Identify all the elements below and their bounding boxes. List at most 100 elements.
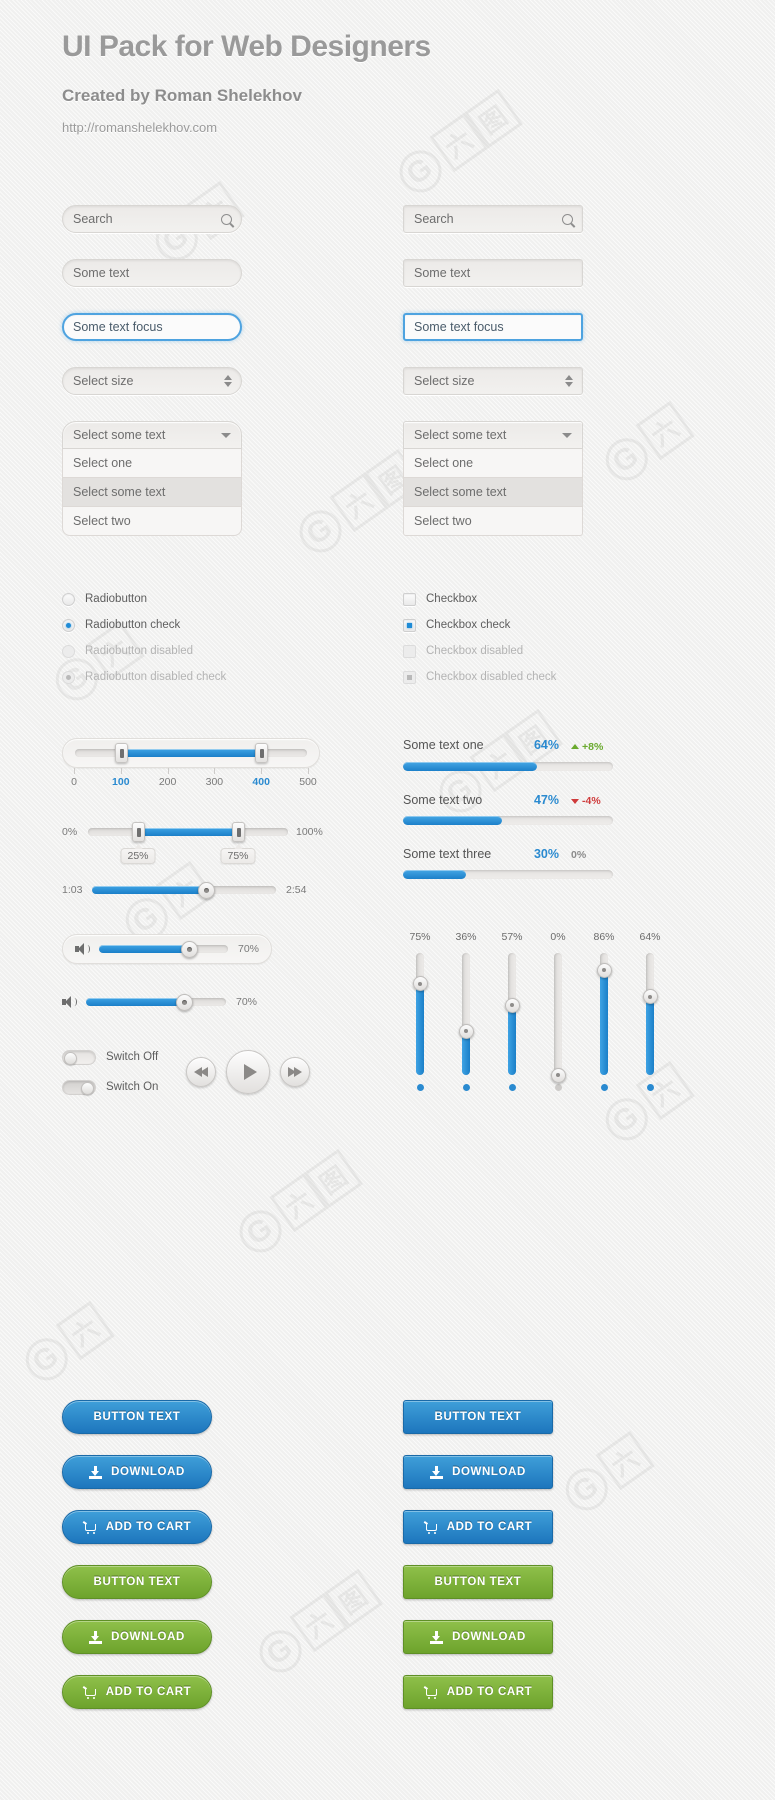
vertical-slider[interactable]: 75% bbox=[409, 931, 431, 1091]
dropdown-header[interactable]: Select some text bbox=[62, 421, 242, 449]
text-input-focus-rounded[interactable]: Some text focus bbox=[62, 313, 242, 341]
spinner-arrows-icon[interactable] bbox=[565, 368, 573, 394]
range-slider-track[interactable] bbox=[75, 743, 307, 763]
radio-label: Radiobutton disabled check bbox=[85, 671, 227, 683]
button-text-green-rounded[interactable]: BUTTON TEXT bbox=[62, 1565, 212, 1599]
vertical-slider-track[interactable] bbox=[504, 953, 520, 1075]
toggle-switch-off[interactable] bbox=[62, 1049, 96, 1065]
dropdown-option[interactable]: Select two bbox=[403, 507, 583, 536]
vertical-slider[interactable]: 86% bbox=[593, 931, 615, 1091]
play-button[interactable] bbox=[226, 1050, 271, 1094]
checkbox-row[interactable]: Checkbox check bbox=[403, 612, 703, 638]
vertical-slider[interactable]: 64% bbox=[639, 931, 661, 1091]
spinner-arrows-icon[interactable] bbox=[224, 368, 232, 394]
volume-slider-track[interactable] bbox=[99, 940, 228, 958]
vertical-slider[interactable]: 57% bbox=[501, 931, 523, 1091]
dropdown-header[interactable]: Select some text bbox=[403, 421, 583, 449]
text-input-square[interactable]: Some text bbox=[403, 259, 583, 287]
add-to-cart-button-blue-rounded[interactable]: ADD TO CART bbox=[62, 1510, 212, 1544]
volume-icon[interactable] bbox=[62, 996, 77, 1008]
button-text-blue-square[interactable]: BUTTON TEXT bbox=[403, 1400, 553, 1434]
vertical-slider-track[interactable] bbox=[596, 953, 612, 1075]
radio-row[interactable]: Radiobutton check bbox=[62, 612, 362, 638]
checkbox-icon[interactable] bbox=[403, 618, 416, 632]
forward-button[interactable] bbox=[280, 1057, 311, 1087]
select-size-square[interactable]: Select size bbox=[403, 367, 583, 395]
dropdown-open-square[interactable]: Select some text Select one Select some … bbox=[403, 421, 583, 536]
vertical-slider-knob[interactable] bbox=[504, 997, 520, 1013]
vertical-slider-dot[interactable] bbox=[554, 1084, 562, 1091]
range-slider-knob-high[interactable] bbox=[254, 743, 268, 763]
percent-slider-min-label: 0% bbox=[62, 826, 78, 838]
add-to-cart-button-blue-square[interactable]: ADD TO CART bbox=[403, 1510, 553, 1544]
button-text-green-square[interactable]: BUTTON TEXT bbox=[403, 1565, 553, 1599]
dropdown-option[interactable]: Select some text bbox=[62, 478, 242, 507]
dropdown-open-rounded[interactable]: Select some text Select one Select some … bbox=[62, 421, 242, 536]
toggle-switch-on[interactable] bbox=[62, 1079, 96, 1095]
volume-slider-panel[interactable]: 70% bbox=[62, 934, 272, 964]
text-input-focus-square[interactable]: Some text focus bbox=[403, 313, 583, 341]
download-button-blue-square[interactable]: DOWNLOAD bbox=[403, 1455, 553, 1489]
vertical-slider-knob[interactable] bbox=[596, 962, 612, 978]
vertical-slider-knob[interactable] bbox=[458, 1023, 474, 1039]
vertical-slider-dot[interactable] bbox=[600, 1084, 608, 1091]
tick-label: 400 bbox=[252, 776, 270, 788]
percent-slider-track[interactable] bbox=[88, 822, 288, 842]
vertical-slider-track[interactable] bbox=[642, 953, 658, 1075]
radio-icon[interactable] bbox=[62, 618, 75, 632]
vertical-slider-dot[interactable] bbox=[646, 1084, 654, 1091]
download-button-green-square[interactable]: DOWNLOAD bbox=[403, 1620, 553, 1654]
text-input-rounded[interactable]: Some text bbox=[62, 259, 242, 287]
vertical-slider-dot[interactable] bbox=[462, 1084, 470, 1091]
checkbox-row[interactable]: Checkbox bbox=[403, 586, 703, 612]
button-text-blue-rounded[interactable]: BUTTON TEXT bbox=[62, 1400, 212, 1434]
rewind-button[interactable] bbox=[186, 1057, 217, 1087]
text-input-focus-value: Some text focus bbox=[414, 320, 504, 334]
vertical-slider-knob[interactable] bbox=[550, 1067, 566, 1083]
search-icon[interactable] bbox=[562, 206, 573, 232]
percent-slider[interactable]: 0% 100% 25% 75% bbox=[62, 822, 362, 864]
dropdown-option[interactable]: Select two bbox=[62, 507, 242, 536]
volume-slider-knob[interactable] bbox=[180, 940, 198, 958]
percent-slider-knob-high[interactable] bbox=[232, 822, 245, 842]
vertical-slider-track[interactable] bbox=[550, 953, 566, 1083]
switch-on-row[interactable]: Switch On bbox=[62, 1076, 158, 1098]
range-slider-knob-low[interactable] bbox=[115, 743, 129, 763]
volume-slider-plain[interactable]: 70% bbox=[62, 993, 272, 1011]
vertical-slider[interactable]: 36% bbox=[455, 931, 477, 1091]
download-button-blue-rounded[interactable]: DOWNLOAD bbox=[62, 1455, 212, 1489]
time-slider-knob[interactable] bbox=[197, 881, 215, 899]
time-slider-track[interactable] bbox=[92, 881, 276, 899]
add-to-cart-button-green-rounded[interactable]: ADD TO CART bbox=[62, 1675, 212, 1709]
radio-icon[interactable] bbox=[62, 592, 75, 606]
dropdown-option[interactable]: Select some text bbox=[403, 478, 583, 507]
add-to-cart-button-green-square[interactable]: ADD TO CART bbox=[403, 1675, 553, 1709]
dropdown-option[interactable]: Select one bbox=[403, 449, 583, 478]
search-input-square[interactable]: Search bbox=[403, 205, 583, 233]
search-icon[interactable] bbox=[221, 206, 232, 232]
time-slider[interactable]: 1:03 2:54 bbox=[62, 881, 362, 899]
range-slider[interactable]: 0 100 200 300 400 500 bbox=[62, 738, 362, 790]
progress-bar-row: Some text two 47% -4% bbox=[403, 793, 613, 825]
volume-slider-knob[interactable] bbox=[175, 993, 193, 1011]
percent-slider-knob-low[interactable] bbox=[132, 822, 145, 842]
download-button-green-rounded[interactable]: DOWNLOAD bbox=[62, 1620, 212, 1654]
dropdown-option[interactable]: Select one bbox=[62, 449, 242, 478]
vertical-slider-dot[interactable] bbox=[508, 1084, 516, 1091]
vertical-slider-track[interactable] bbox=[412, 953, 428, 1075]
switch-off-row[interactable]: Switch Off bbox=[62, 1046, 158, 1068]
vertical-slider-dot[interactable] bbox=[416, 1084, 424, 1091]
volume-slider-track[interactable] bbox=[86, 993, 226, 1011]
search-input-rounded[interactable]: Search bbox=[62, 205, 242, 233]
checkbox-icon[interactable] bbox=[403, 592, 416, 606]
select-size-rounded[interactable]: Select size bbox=[62, 367, 242, 395]
button-stack-rounded: BUTTON TEXT DOWNLOAD ADD TO CART BUTTON … bbox=[62, 1400, 212, 1709]
radio-row[interactable]: Radiobutton bbox=[62, 586, 362, 612]
volume-icon[interactable] bbox=[75, 943, 90, 955]
range-slider-panel[interactable] bbox=[62, 738, 320, 768]
select-size-value: Select size bbox=[414, 374, 475, 388]
vertical-slider-knob[interactable] bbox=[642, 989, 658, 1005]
vertical-slider-track[interactable] bbox=[458, 953, 474, 1075]
vertical-slider[interactable]: 0% bbox=[547, 931, 569, 1091]
vertical-slider-knob[interactable] bbox=[412, 976, 428, 991]
